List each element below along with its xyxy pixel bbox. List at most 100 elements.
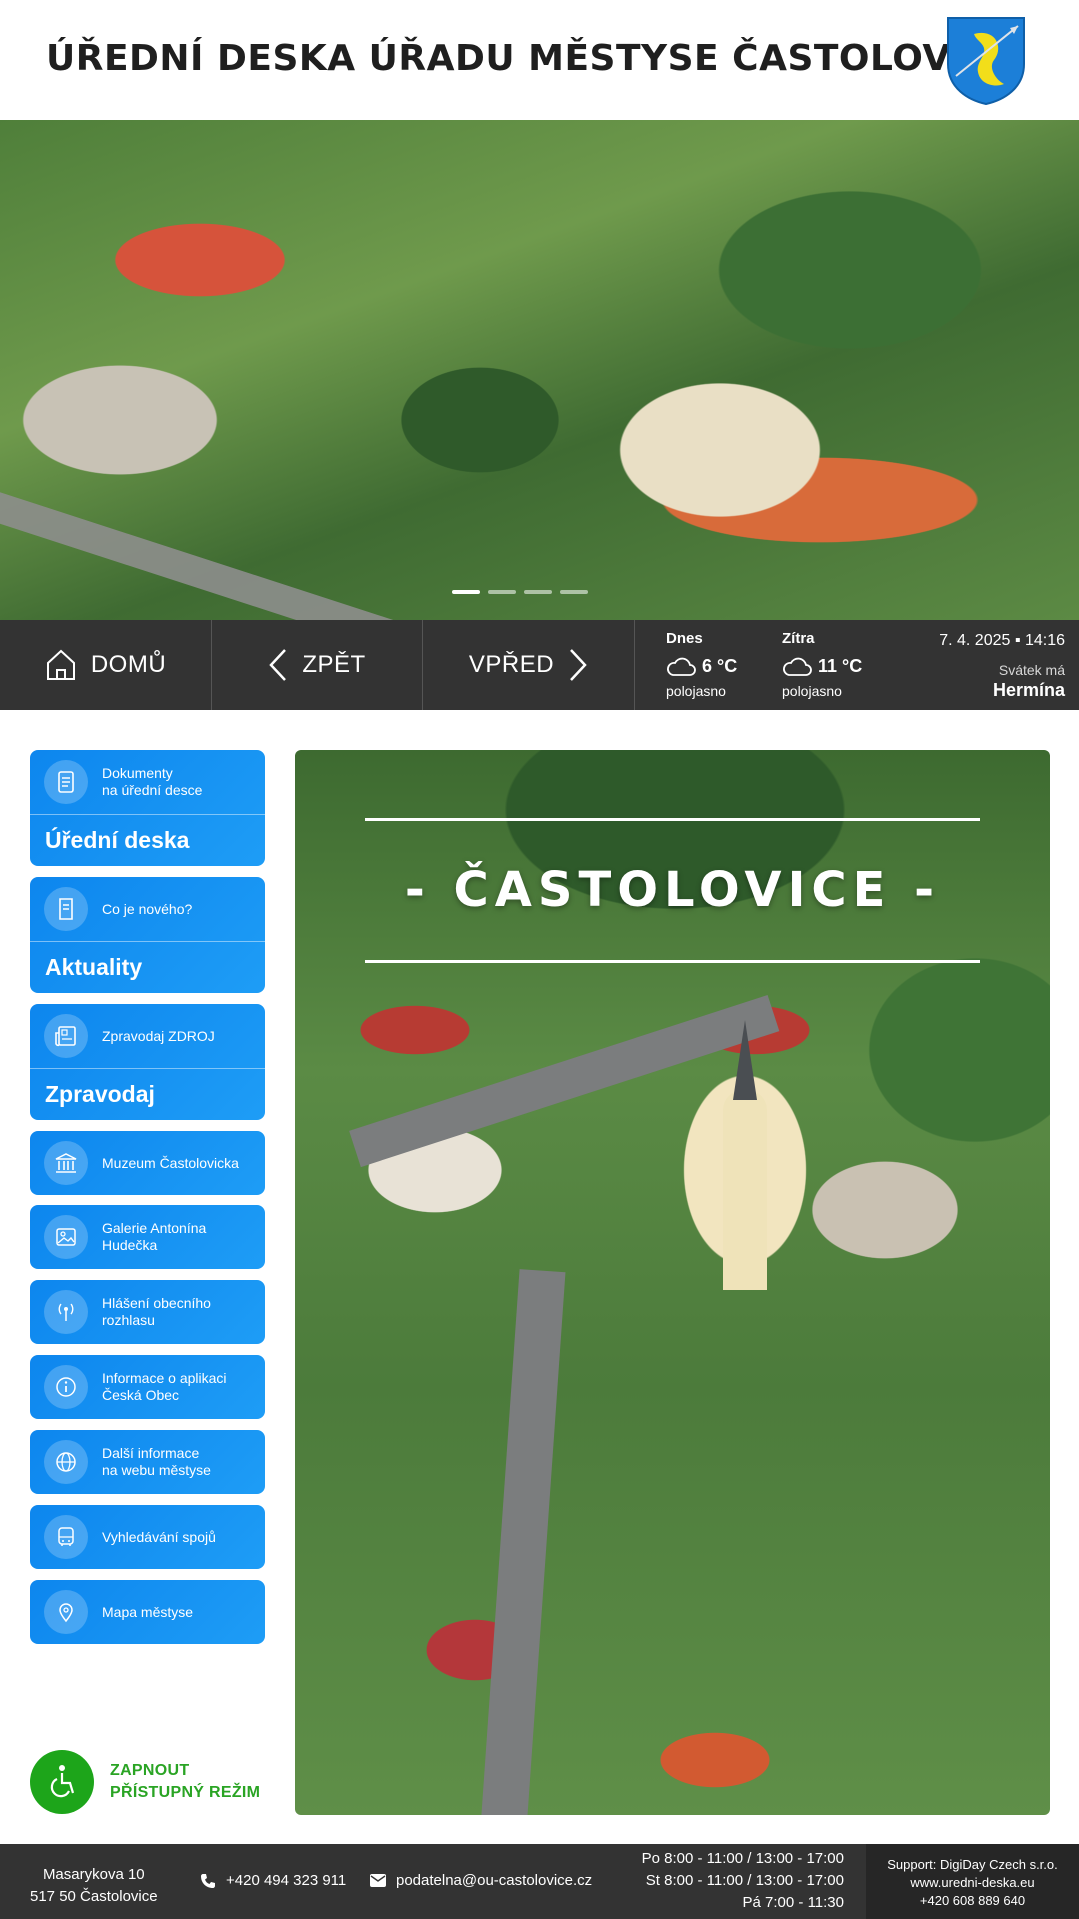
slider-dot[interactable] [524,590,552,594]
image-road [480,1269,566,1815]
nav-bar: DOMŮ ZPĚT VPŘED Dnes 6 °C polojasno Zítr… [0,620,1079,710]
slider-dot[interactable] [488,590,516,594]
sidebar-item-uredni-deska[interactable]: Dokumenty na úřední desce Úřední deska [30,750,265,866]
sidebar-item-label: Mapa městyse [102,1603,194,1620]
home-icon [46,649,75,680]
globe-icon [44,1440,88,1484]
sidebar-item-aktuality[interactable]: Co je nového? Aktuality [30,877,265,993]
page-title: ÚŘEDNÍ DESKA ÚŘADU MĚSTYSE ČASTOLOVICE [46,38,1017,79]
home-button[interactable]: DOMŮ [0,620,212,710]
sidebar-item-label: Muzeum Častolovicka [102,1154,239,1171]
sidebar-item-galerie[interactable]: Galerie Antonína Hudečka [30,1205,265,1269]
sidebar-item-label: Zpravodaj ZDROJ [102,1027,215,1044]
hero-slider-dots[interactable] [452,590,588,594]
title-divider-top [365,818,980,821]
weather-day: Dnes [666,630,703,647]
note-icon [44,887,88,931]
image-road [349,994,780,1168]
footer-phone[interactable]: +420 494 323 911 [200,1872,346,1889]
back-label: ZPĚT [302,651,366,678]
support-line: +420 608 889 640 [919,1893,1026,1908]
sidebar-item-mapa[interactable]: Mapa městyse [30,1580,265,1644]
sidebar-item-spoje[interactable]: Vyhledávání spojů [30,1505,265,1569]
weather-desc: polojasno [666,683,726,699]
sidebar-item-label: Hlášení obecního [102,1295,211,1311]
address-line: Masarykova 10 [42,1866,145,1883]
sidebar-item-label: Informace o aplikaci [102,1370,227,1386]
document-icon [44,760,88,804]
sidebar-item-label: Co je nového? [102,900,193,917]
hero-image [0,120,1079,620]
weather-widget: Dnes 6 °C polojasno Zítra 11 °C polojasn… [636,620,894,710]
hours-line: Po 8:00 - 11:00 / 13:00 - 17:00 [641,1850,844,1867]
date-nameday: 7. 4. 2025 ▪ 14:16 Svátek má Hermína [939,632,1065,701]
church-tower [723,1090,767,1290]
main-town-image: - ČASTOLOVICE - [295,750,1050,1815]
weather-day: Zítra [782,630,815,647]
email-address: podatelna@ou-castolovice.cz [396,1872,593,1889]
support-info: Support: DigiDay Czech s.r.o. www.uredni… [866,1844,1079,1919]
weather-tomorrow: Zítra 11 °C polojasno [782,630,902,699]
sidebar-item-label: Česká Obec [102,1387,180,1403]
title-divider-bottom [365,960,980,963]
nameday-name: Hermína [992,680,1065,700]
support-line: www.uredni-deska.eu [910,1875,1035,1890]
sidebar-item-title: Aktuality [30,941,265,993]
support-line: Support: DigiDay Czech s.r.o. [887,1857,1058,1872]
sidebar-item-label: Galerie Antonína [102,1220,207,1236]
image-icon [44,1215,88,1259]
page: ÚŘEDNÍ DESKA ÚŘADU MĚSTYSE ČASTOLOVICE D… [0,0,1079,1919]
map-pin-icon [44,1590,88,1634]
sidebar-item-label: na úřední desce [102,782,203,798]
hero-road [0,480,498,620]
footer-email[interactable]: podatelna@ou-castolovice.cz [370,1872,592,1889]
sidebar-item-rozhlas[interactable]: Hlášení obecního rozhlasu [30,1280,265,1344]
weather-today: Dnes 6 °C polojasno [666,630,786,699]
header: ÚŘEDNÍ DESKA ÚŘADU MĚSTYSE ČASTOLOVICE [0,0,1079,120]
office-hours: Po 8:00 - 11:00 / 13:00 - 17:00 St 8:00 … [620,1848,844,1914]
footer-address: Masarykova 10 517 50 Častolovice [30,1864,158,1908]
info-icon [44,1365,88,1409]
phone-icon [201,1873,215,1888]
sidebar-item-label: rozhlasu [102,1312,155,1328]
forward-button[interactable]: VPŘED [423,620,635,710]
slider-dot[interactable] [452,590,480,594]
hours-line: St 8:00 - 11:00 / 13:00 - 17:00 [645,1872,844,1889]
forward-label: VPŘED [468,651,555,678]
main-title: - ČASTOLOVICE - [404,862,941,918]
weather-temp: 11 °C [818,655,863,676]
footer: Masarykova 10 517 50 Častolovice +420 49… [0,1844,1079,1919]
sidebar-item-label: na webu městyse [102,1462,211,1478]
chevron-left-icon [269,649,287,681]
slider-dot[interactable] [560,590,588,594]
fish-crest-icon [947,17,1025,106]
sidebar-item-title: Zpravodaj [30,1068,265,1120]
sidebar-item-label: Další informace [102,1445,200,1461]
sidebar-item-label: Vyhledávání spojů [102,1528,216,1545]
sidebar-item-title: Úřední deska [30,814,265,866]
sidebar-item-zpravodaj[interactable]: Zpravodaj ZDROJ Zpravodaj [30,1004,265,1120]
address-line: 517 50 Častolovice [30,1888,158,1905]
hours-line: Pá 7:00 - 11:30 [742,1894,844,1911]
home-label: DOMŮ [90,651,167,678]
sidebar-item-label: Hudečka [102,1237,158,1253]
cloud-icon [667,657,696,676]
accessibility-label: ZAPNOUT [110,1762,190,1779]
sidebar-item-label: Dokumenty [102,765,173,781]
accessibility-toggle[interactable]: ZAPNOUT PŘÍSTUPNÝ REŽIM [30,1750,260,1814]
back-button[interactable]: ZPĚT [212,620,423,710]
chevron-right-icon [570,649,587,681]
datetime: 7. 4. 2025 ▪ 14:16 [939,632,1065,649]
bus-icon [44,1515,88,1559]
newspaper-icon [44,1014,88,1058]
cloud-icon [783,657,812,676]
sidebar-item-informace[interactable]: Informace o aplikaci Česká Obec [30,1355,265,1419]
phone-number: +420 494 323 911 [226,1872,347,1889]
accessibility-label: PŘÍSTUPNÝ REŽIM [110,1784,261,1801]
museum-icon [44,1141,88,1185]
sidebar-item-web[interactable]: Další informace na webu městyse [30,1430,265,1494]
email-icon [370,1874,386,1887]
sidebar-item-muzeum[interactable]: Muzeum Častolovicka [30,1131,265,1195]
weather-temp: 6 °C [702,655,738,676]
broadcast-icon [44,1290,88,1334]
